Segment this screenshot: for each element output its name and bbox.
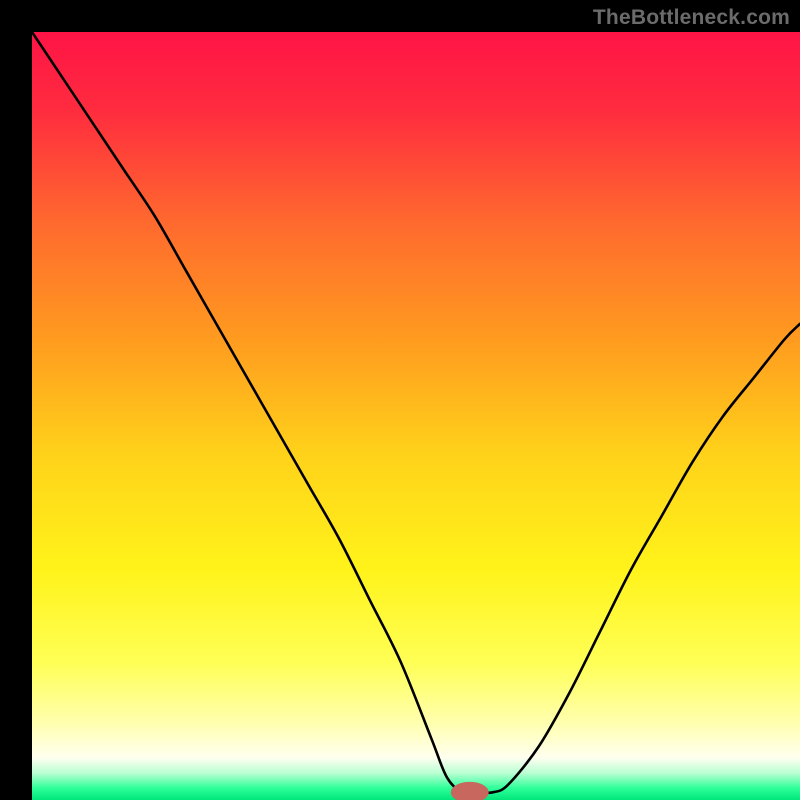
plot-area: [32, 32, 800, 800]
gradient-background: [32, 32, 800, 800]
optimal-marker: [451, 782, 488, 800]
chart-canvas: [32, 32, 800, 800]
attribution-text: TheBottleneck.com: [593, 6, 790, 30]
chart-frame: TheBottleneck.com: [0, 0, 800, 800]
